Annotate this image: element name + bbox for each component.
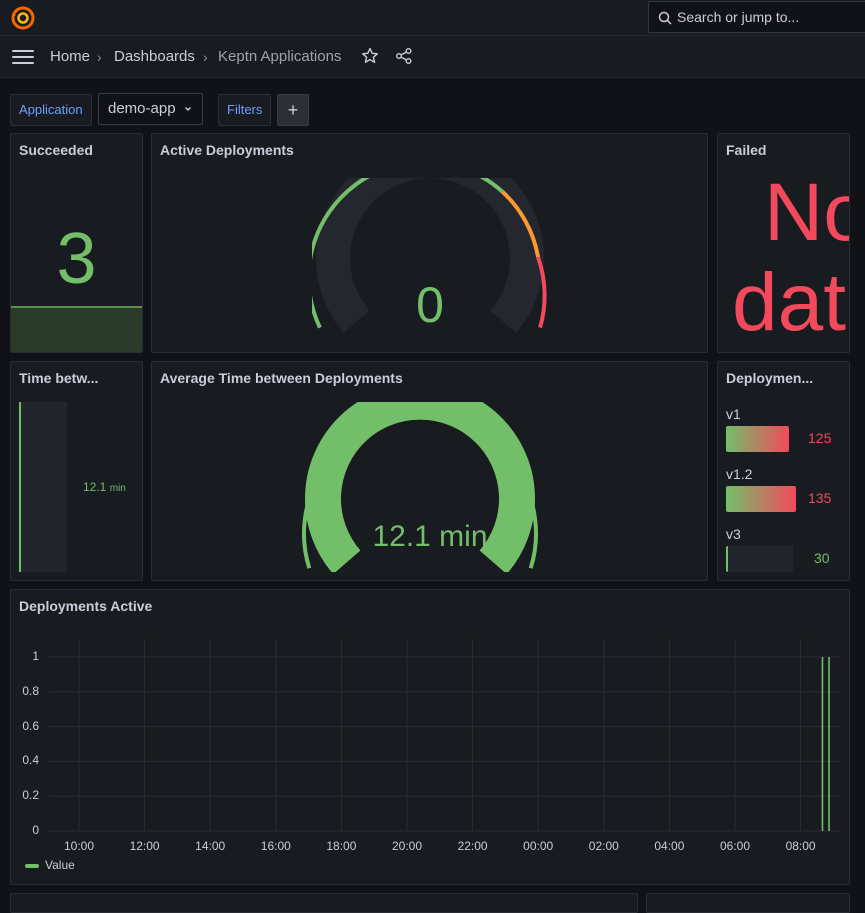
- panel-partial-right[interactable]: [646, 893, 850, 913]
- stat-value: 3: [56, 219, 97, 299]
- legend-label: Value: [45, 858, 75, 872]
- filters-button[interactable]: Filters: [218, 94, 272, 126]
- legend-item-value[interactable]: Value: [25, 858, 75, 872]
- bar-gauge: [19, 402, 67, 572]
- application-variable-label: Application: [10, 94, 92, 126]
- no-data-line-2: data: [732, 257, 849, 348]
- x-tick-label: 22:00: [457, 839, 488, 853]
- x-tick-label: 10:00: [63, 839, 95, 853]
- x-tick-label: 02:00: [588, 839, 619, 853]
- y-tick-label: 0.4: [22, 753, 39, 768]
- panel-succeeded[interactable]: Succeeded 3: [10, 133, 143, 353]
- bar-label-v3: v3: [726, 526, 741, 542]
- x-tick-label: 16:00: [260, 839, 291, 853]
- breadcrumb-dashboards[interactable]: Dashboards: [114, 48, 195, 65]
- legend-swatch: [25, 863, 39, 868]
- breadcrumb-current: Keptn Applications: [218, 48, 342, 65]
- application-select-value: demo-app: [108, 100, 176, 117]
- variables-bar: Application demo-app Filters +: [0, 78, 865, 132]
- panel-title: Time betw...: [19, 370, 99, 386]
- add-filter-button[interactable]: +: [277, 94, 309, 126]
- bar-v1: [726, 426, 789, 452]
- panel-average-time[interactable]: Average Time between Deployments 12.1 mi…: [151, 361, 708, 581]
- x-tick-label: 12:00: [129, 839, 160, 853]
- bar-label-v1: v1: [726, 406, 741, 422]
- panel-title: Active Deployments: [160, 142, 294, 158]
- y-tick-label: 0.6: [22, 718, 39, 733]
- top-bar: Search or jump to...: [0, 0, 865, 36]
- x-tick-label: 06:00: [719, 839, 751, 853]
- x-tick-label: 08:00: [785, 839, 816, 853]
- panel-partial-left[interactable]: [10, 893, 638, 913]
- bar-value-v3: 30: [814, 550, 830, 566]
- panel-active-deployments[interactable]: Active Deployments 0: [151, 133, 708, 353]
- stat-sparkline: [11, 306, 142, 352]
- gauge-value: 0: [416, 277, 444, 333]
- chevron-right-icon: ›: [203, 49, 208, 65]
- y-tick-label: 0.8: [22, 683, 39, 698]
- search-input[interactable]: Search or jump to...: [648, 1, 865, 33]
- y-tick-label: 0: [32, 823, 39, 837]
- panel-time-between[interactable]: Time betw... 12.1 min: [10, 361, 143, 581]
- menu-icon[interactable]: [12, 50, 34, 66]
- x-tick-label: 18:00: [326, 839, 357, 853]
- star-icon[interactable]: [361, 47, 379, 65]
- search-placeholder: Search or jump to...: [677, 9, 800, 25]
- gauge-value: 12.1 min: [372, 520, 488, 553]
- x-tick-label: 00:00: [523, 839, 554, 853]
- panel-title: Succeeded: [19, 142, 93, 158]
- grafana-logo-icon[interactable]: [10, 5, 36, 31]
- chevron-right-icon: ›: [97, 49, 102, 65]
- panel-deployments-active[interactable]: Deployments Active 0 0.2 0.4 0.6 0.8 1 10:00 12…: [10, 589, 850, 885]
- search-icon: [658, 11, 672, 25]
- panel-title: Failed: [726, 142, 767, 158]
- bar-value-v1: 125: [808, 430, 832, 446]
- application-select[interactable]: demo-app: [98, 93, 203, 125]
- breadcrumb-bar: Home › Dashboards › Keptn Applications: [0, 36, 865, 78]
- chevron-down-icon: [184, 107, 191, 111]
- bar-gauge-value: 12.1 min: [83, 480, 126, 494]
- panel-deployment-versions[interactable]: Deploymen... v1 125 v1.2 135 v3 30: [717, 361, 850, 581]
- share-icon[interactable]: [395, 47, 413, 65]
- bar-v1-2: [726, 486, 796, 512]
- bar-label-v1-2: v1.2: [726, 466, 753, 482]
- x-tick-label: 04:00: [654, 839, 685, 853]
- bar-value-v1-2: 135: [808, 490, 832, 506]
- x-tick-label: 14:00: [195, 839, 226, 853]
- panel-failed[interactable]: Failed No data: [717, 133, 850, 353]
- no-data-line-1: No: [764, 167, 849, 258]
- x-tick-label: 20:00: [391, 839, 423, 853]
- panel-title: Average Time between Deployments: [160, 370, 403, 386]
- breadcrumb-home[interactable]: Home: [50, 48, 90, 65]
- bar-v3: [726, 546, 793, 572]
- y-tick-label: 0.2: [22, 788, 39, 803]
- y-tick-label: 1: [32, 649, 39, 663]
- panel-title: Deploymen...: [726, 370, 814, 386]
